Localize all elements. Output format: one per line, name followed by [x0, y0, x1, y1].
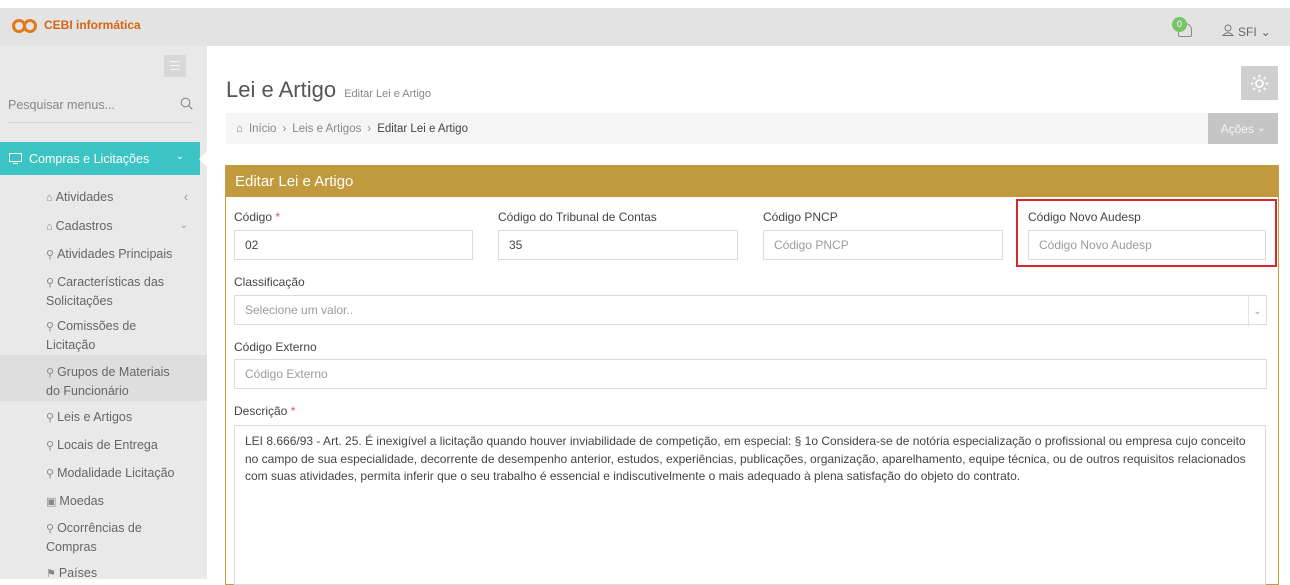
gear-icon: [1250, 74, 1269, 93]
brand-name: CEBI informática: [44, 18, 141, 32]
search-underline: [8, 122, 193, 123]
breadcrumb-leis[interactable]: Leis e Artigos: [292, 123, 361, 135]
sidebar-subitem[interactable]: ▣ Moedas: [46, 492, 186, 511]
settings-button[interactable]: [1241, 66, 1278, 100]
flag-icon: ⚑: [46, 568, 56, 579]
sidebar-subitem[interactable]: ⚲ Grupos de Materiais do Funcionário: [46, 363, 186, 400]
search-icon: ⚲: [46, 321, 55, 333]
chevron-down-icon: ⌄: [175, 151, 184, 162]
sidebar-subitem[interactable]: ⚲ Ocorrências de Compras: [46, 519, 186, 556]
brand-logo[interactable]: CEBI informática: [12, 16, 141, 34]
chevron-down-icon: ⌄: [1260, 24, 1271, 39]
breadcrumb: ⌂ Início › Leis e Artigos › Editar Lei e…: [226, 113, 1208, 144]
chevron-down-icon: ⌄: [179, 220, 188, 231]
descricao-textarea[interactable]: LEI 8.666/93 - Art. 25. É inexigível a l…: [234, 425, 1266, 585]
active-indicator: [199, 151, 207, 167]
breadcrumb-separator: ›: [367, 122, 372, 135]
notifications-button[interactable]: 0: [1172, 17, 1198, 41]
search-icon: ⚲: [46, 440, 55, 452]
pncp-label: Código PNCP: [763, 210, 838, 224]
highlight-box: [1016, 199, 1277, 267]
chevron-down-icon: ⌄: [1248, 296, 1266, 326]
monitor-icon: [9, 153, 22, 164]
chevron-left-icon: ‹: [183, 190, 188, 204]
search-icon: ⚲: [46, 412, 55, 424]
classificacao-label: Classificação: [234, 275, 305, 289]
sidebar-group-label: Compras e Licitações: [29, 151, 150, 166]
breadcrumb-current: Editar Lei e Artigo: [377, 122, 468, 135]
sidebar-subitem[interactable]: ⚲ Leis e Artigos: [46, 408, 186, 427]
user-label: SFI: [1238, 24, 1257, 39]
actions-button[interactable]: Ações ⌄: [1208, 113, 1278, 144]
breadcrumb-home[interactable]: Início: [249, 123, 277, 135]
search-icon: ⚲: [46, 277, 55, 289]
search-icon: ⚲: [46, 523, 55, 535]
codigo-field[interactable]: 02: [234, 230, 473, 260]
sidebar-subitem[interactable]: ⚲ Atividades Principais: [46, 245, 186, 264]
notification-badge: 0: [1172, 17, 1187, 32]
sidebar-subitem[interactable]: ⚑ Países: [46, 564, 186, 579]
tribunal-field[interactable]: 35: [498, 230, 738, 260]
menu-toggle-icon[interactable]: [164, 55, 186, 77]
panel-title: Editar Lei e Artigo: [226, 165, 1278, 197]
tribunal-label: Código do Tribunal de Contas: [498, 210, 657, 224]
chevron-down-icon: ⌄: [1256, 123, 1266, 134]
externo-label: Código Externo: [234, 340, 317, 354]
user-icon: [1221, 24, 1235, 39]
codigo-label: Código *: [234, 210, 281, 224]
search-icon: ⚲: [46, 249, 55, 261]
home-icon: ⌂: [46, 192, 53, 204]
sidebar-subitem[interactable]: ⚲ Locais de Entrega: [46, 436, 186, 455]
top-bar: CEBI informática 0 SFI ⌄: [0, 0, 1290, 46]
logo-icon: [12, 16, 40, 34]
page-subtitle: Editar Lei e Artigo: [344, 88, 432, 100]
user-menu[interactable]: SFI ⌄: [1221, 24, 1271, 39]
externo-field[interactable]: Código Externo: [234, 359, 1267, 389]
sidebar-subitem[interactable]: ⚲ Características das Solicitações: [46, 273, 186, 310]
home-icon: ⌂: [46, 221, 53, 233]
home-icon: ⌂: [236, 122, 243, 135]
sidebar-subitem[interactable]: ⚲ Modalidade Licitação: [46, 464, 186, 483]
search-icon: ⚲: [46, 367, 55, 379]
search-icon: ⚲: [46, 468, 55, 480]
sidebar-item-cadastros[interactable]: ⌂ Cadastros ⌄: [46, 217, 196, 236]
page-title: Lei e Artigo Editar Lei e Artigo: [226, 77, 432, 102]
sidebar-group-compras[interactable]: Compras e Licitações ⌄: [0, 142, 207, 175]
sidebar: Pesquisar menus... Compras e Licitações …: [0, 46, 207, 579]
sidebar-item-atividades[interactable]: ⌂ Atividades ‹: [46, 188, 196, 207]
classificacao-select[interactable]: Selecione um valor.. ⌄: [234, 295, 1267, 326]
descricao-label: Descrição *: [234, 404, 296, 418]
menu-search-input[interactable]: Pesquisar menus...: [8, 94, 193, 116]
search-icon: [180, 97, 193, 110]
pncp-field[interactable]: Código PNCP: [763, 230, 1003, 260]
sidebar-subitem[interactable]: ⚲ Comissões de Licitação: [46, 317, 186, 354]
money-icon: ▣: [46, 496, 57, 508]
breadcrumb-separator: ›: [282, 122, 287, 135]
